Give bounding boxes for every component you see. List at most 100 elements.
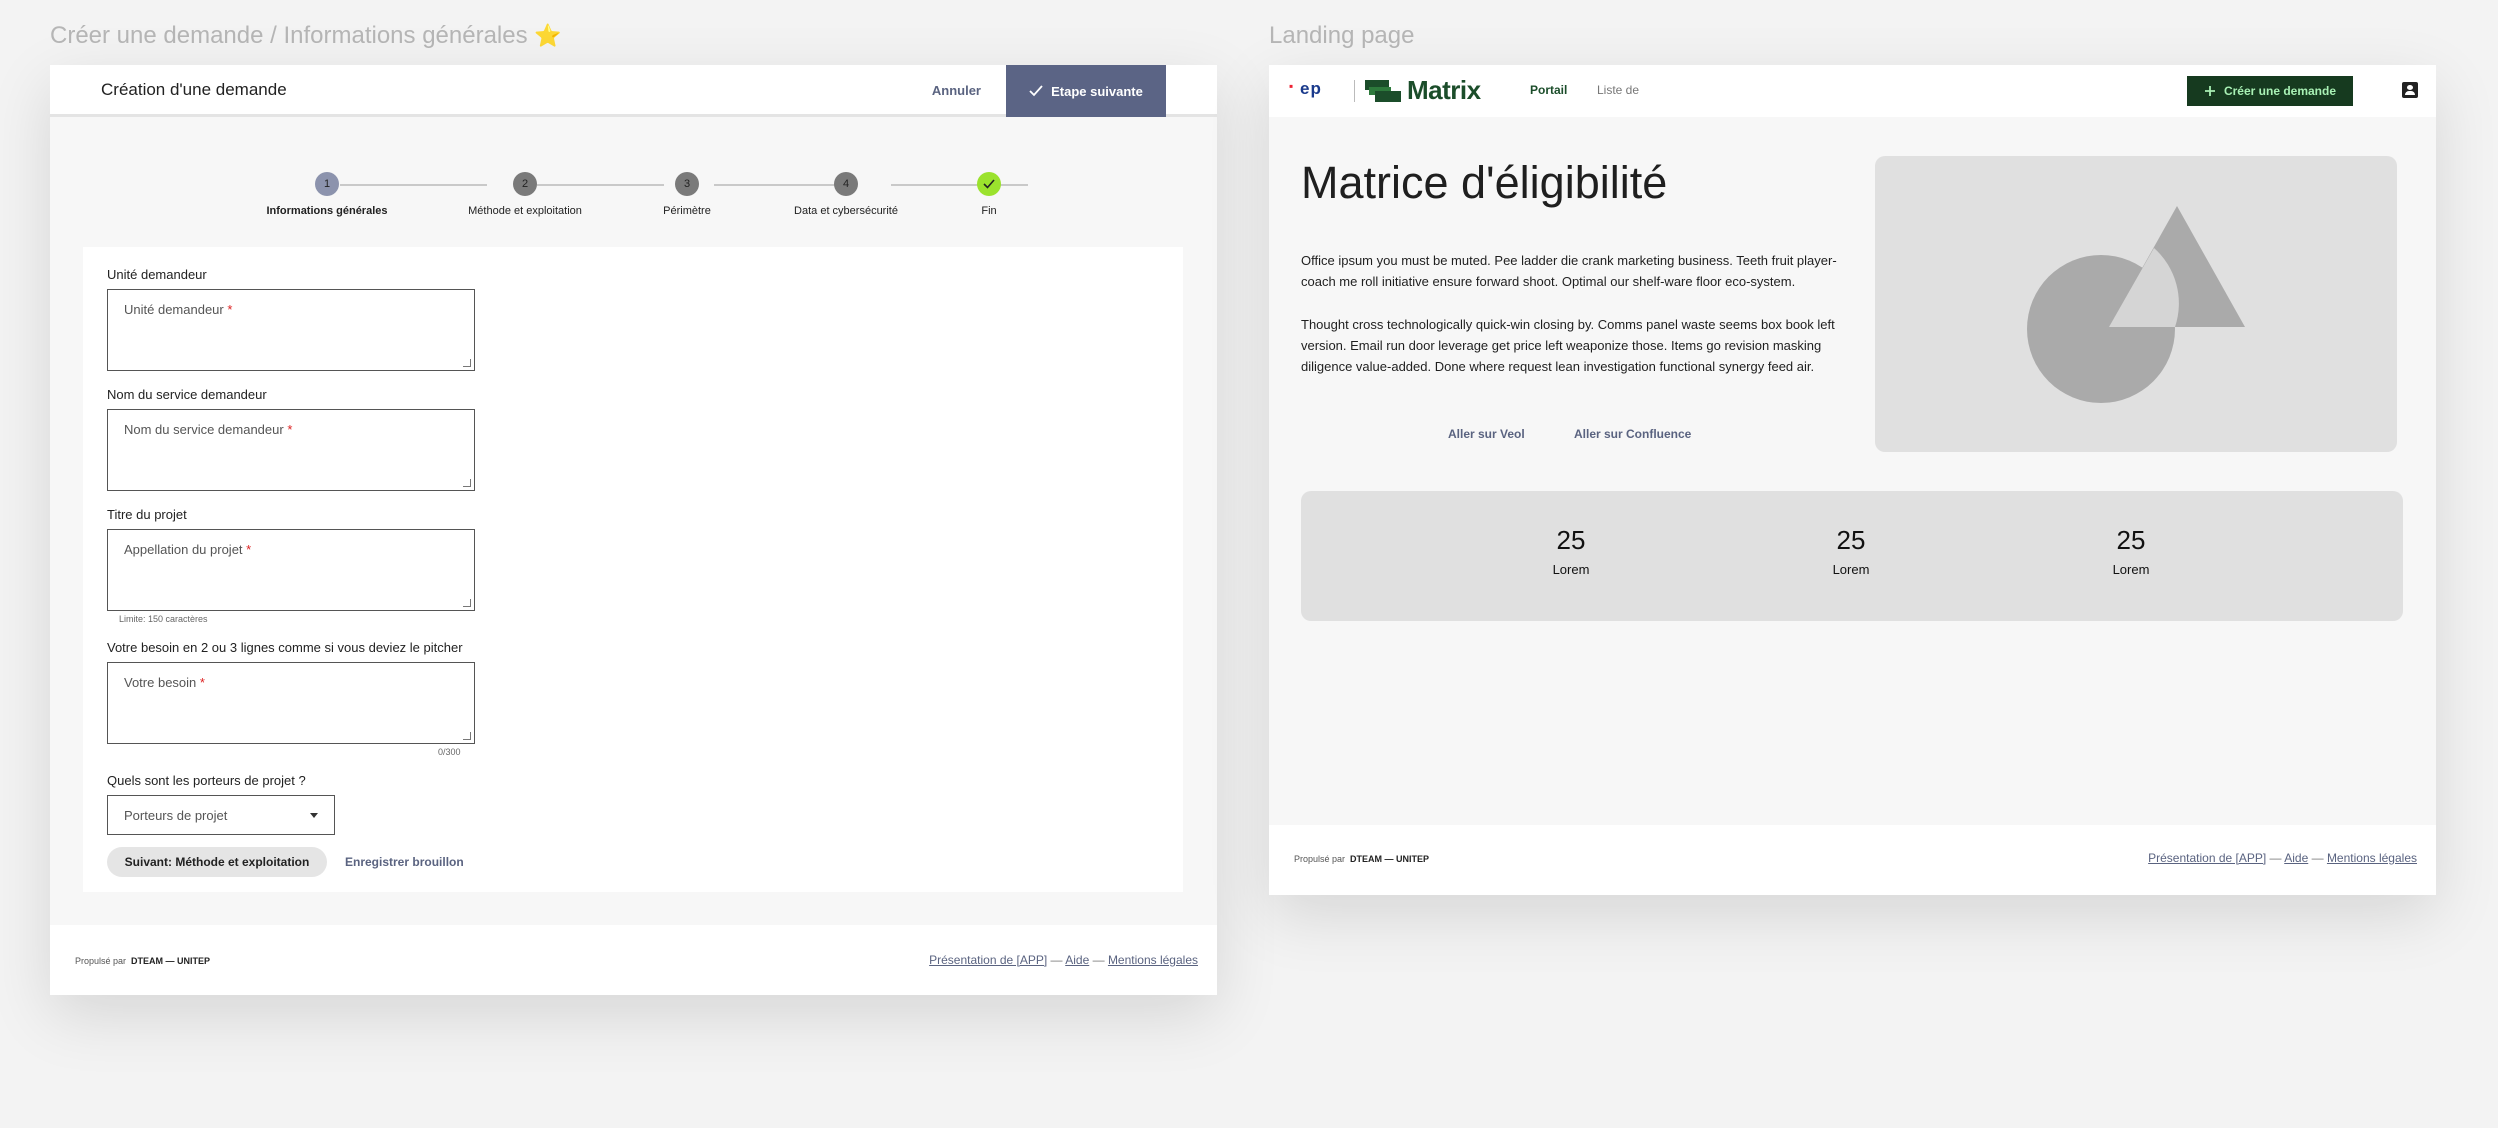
field-label-service: Nom du service demandeur (107, 387, 267, 402)
step-label: Méthode et exploitation (468, 205, 582, 217)
check-icon (983, 179, 995, 189)
stepper: 1 Informations générales 2 Méthode et ex… (50, 169, 1217, 229)
step-label: Informations générales (266, 205, 388, 217)
step-5[interactable]: Fin (909, 172, 1069, 217)
form-footer: Propulsé par DTEAM — UNITEP Présentation… (50, 925, 1217, 995)
resize-handle-icon[interactable] (463, 359, 471, 367)
page-title: Création d'une demande (101, 79, 287, 99)
hero-image-placeholder (1875, 156, 2397, 452)
partner-logo[interactable]: ▪ ep (1289, 79, 1322, 99)
footer-link-help[interactable]: Aide (2284, 851, 2308, 865)
next-step-button[interactable]: Etape suivante (1006, 65, 1166, 117)
form-frame: Création d'une demande Annuler Etape sui… (50, 65, 1217, 995)
step-1[interactable]: 1 Informations générales (247, 172, 407, 217)
service-placeholder: Nom du service demandeur (124, 422, 284, 437)
titre-hint: Limite: 150 caractères (119, 614, 208, 624)
stat-value: 25 (1836, 525, 1866, 555)
field-label-unite: Unité demandeur (107, 267, 207, 282)
cancel-button[interactable]: Annuler (932, 65, 981, 117)
step-number: 4 (834, 172, 858, 196)
matrix-logo-icon (1365, 79, 1401, 102)
check-icon (1029, 85, 1043, 97)
footer-team: DTEAM — UNITEP (1350, 854, 1430, 864)
stat-item: 25 Lorem (1791, 525, 1911, 577)
unite-field[interactable]: Unité demandeur * (107, 289, 475, 371)
step-label: Périmètre (663, 205, 711, 217)
service-field[interactable]: Nom du service demandeur * (107, 409, 475, 491)
unite-placeholder: Unité demandeur (124, 302, 224, 317)
step-label: Fin (981, 205, 997, 217)
brand-name: Matrix (1407, 75, 1481, 105)
field-label-besoin: Votre besoin en 2 ou 3 lignes comme si v… (107, 640, 463, 655)
stat-item: 25 Lorem (2071, 525, 2191, 577)
logo-mark-icon: ▪ (1289, 79, 1295, 93)
chevron-down-icon (310, 812, 318, 818)
plus-icon (2204, 86, 2215, 96)
stat-label: Lorem (1832, 562, 1870, 577)
required-mark: * (246, 542, 252, 557)
link-confluence[interactable]: Aller sur Confluence (1574, 427, 1691, 441)
stat-value: 25 (2116, 525, 2146, 555)
resize-handle-icon[interactable] (463, 732, 471, 740)
hero-paragraph-1: Office ipsum you must be muted. Pee ladd… (1301, 253, 1837, 289)
step-number: 3 (675, 172, 699, 196)
nav-item-portail[interactable]: Portail (1530, 83, 1567, 97)
account-icon[interactable] (2402, 82, 2418, 98)
step-done-check (977, 172, 1001, 196)
besoin-field[interactable]: Votre besoin * (107, 662, 475, 744)
link-veol[interactable]: Aller sur Veol (1448, 427, 1525, 441)
footer-link-help[interactable]: Aide (1065, 953, 1089, 967)
footer-credit: Propulsé par DTEAM — UNITEP (75, 956, 211, 966)
field-label-porteurs: Quels sont les porteurs de projet ? (107, 773, 306, 788)
step-4[interactable]: 4 Data et cybersécurité (766, 172, 926, 217)
step-label: Data et cybersécurité (794, 205, 898, 217)
form-header: Création d'une demande Annuler Etape sui… (50, 65, 1217, 117)
step-number: 2 (513, 172, 537, 196)
required-mark: * (199, 675, 205, 690)
stat-item: 25 Lorem (1511, 525, 1631, 577)
step-number: 1 (315, 172, 339, 196)
resize-handle-icon[interactable] (463, 599, 471, 607)
hero-paragraph-2: Thought cross technologically quick-win … (1301, 317, 1835, 374)
star-icon: ⭐ (534, 23, 562, 48)
stat-value: 25 (1556, 525, 1586, 555)
footer-link-legal[interactable]: Mentions légales (1108, 953, 1198, 967)
matrix-logo[interactable]: Matrix (1365, 75, 1481, 106)
stat-label: Lorem (2112, 562, 2150, 577)
landing-frame: ▪ ep Matrix Portail Liste de Créer une d… (1269, 65, 2436, 895)
stat-label: Lorem (1552, 562, 1590, 577)
landing-header: ▪ ep Matrix Portail Liste de Créer une d… (1269, 65, 2436, 117)
step-3[interactable]: 3 Périmètre (607, 172, 767, 217)
footer-link-presentation[interactable]: Présentation de [APP] (929, 953, 1047, 967)
footer-link-legal[interactable]: Mentions légales (2327, 851, 2417, 865)
footer-links: Présentation de [APP] — Aide — Mentions … (2148, 851, 2417, 865)
footer-team: DTEAM — UNITEP (131, 956, 211, 966)
step-2[interactable]: 2 Méthode et exploitation (445, 172, 605, 217)
form-card: Unité demandeur Unité demandeur * Nom du… (83, 247, 1183, 892)
logo-divider (1354, 80, 1355, 102)
create-request-label: Créer une demande (2223, 84, 2337, 98)
porteurs-select[interactable]: Porteurs de projet (107, 795, 335, 835)
titre-field[interactable]: Appellation du projet * (107, 529, 475, 611)
form-frame-title: Créer une demande / Informations général… (50, 22, 562, 49)
placeholder-shapes-icon (2027, 206, 2245, 403)
hero-title: Matrice d'éligibilité (1301, 157, 1668, 208)
resize-handle-icon[interactable] (463, 479, 471, 487)
field-label-titre: Titre du projet (107, 507, 187, 522)
stats-panel: 25 Lorem 25 Lorem 25 Lorem (1301, 491, 2403, 621)
next-step-label: Etape suivante (1051, 83, 1143, 99)
landing-frame-title: Landing page (1269, 22, 1415, 49)
porteurs-placeholder: Porteurs de projet (124, 807, 228, 823)
next-step-pill-button[interactable]: Suivant: Méthode et exploitation (107, 847, 327, 877)
nav-item-liste[interactable]: Liste de (1597, 83, 1639, 97)
create-request-button[interactable]: Créer une demande (2187, 76, 2353, 106)
titre-placeholder: Appellation du projet (124, 542, 243, 557)
landing-footer: Propulsé par DTEAM — UNITEP Présentation… (1269, 825, 2436, 895)
save-draft-button[interactable]: Enregistrer brouillon (345, 855, 464, 869)
required-mark: * (287, 422, 293, 437)
besoin-counter: 0/300 (438, 747, 461, 757)
footer-credit: Propulsé par DTEAM — UNITEP (1294, 854, 1430, 864)
required-mark: * (227, 302, 233, 317)
footer-links: Présentation de [APP] — Aide — Mentions … (929, 953, 1198, 967)
footer-link-presentation[interactable]: Présentation de [APP] (2148, 851, 2266, 865)
